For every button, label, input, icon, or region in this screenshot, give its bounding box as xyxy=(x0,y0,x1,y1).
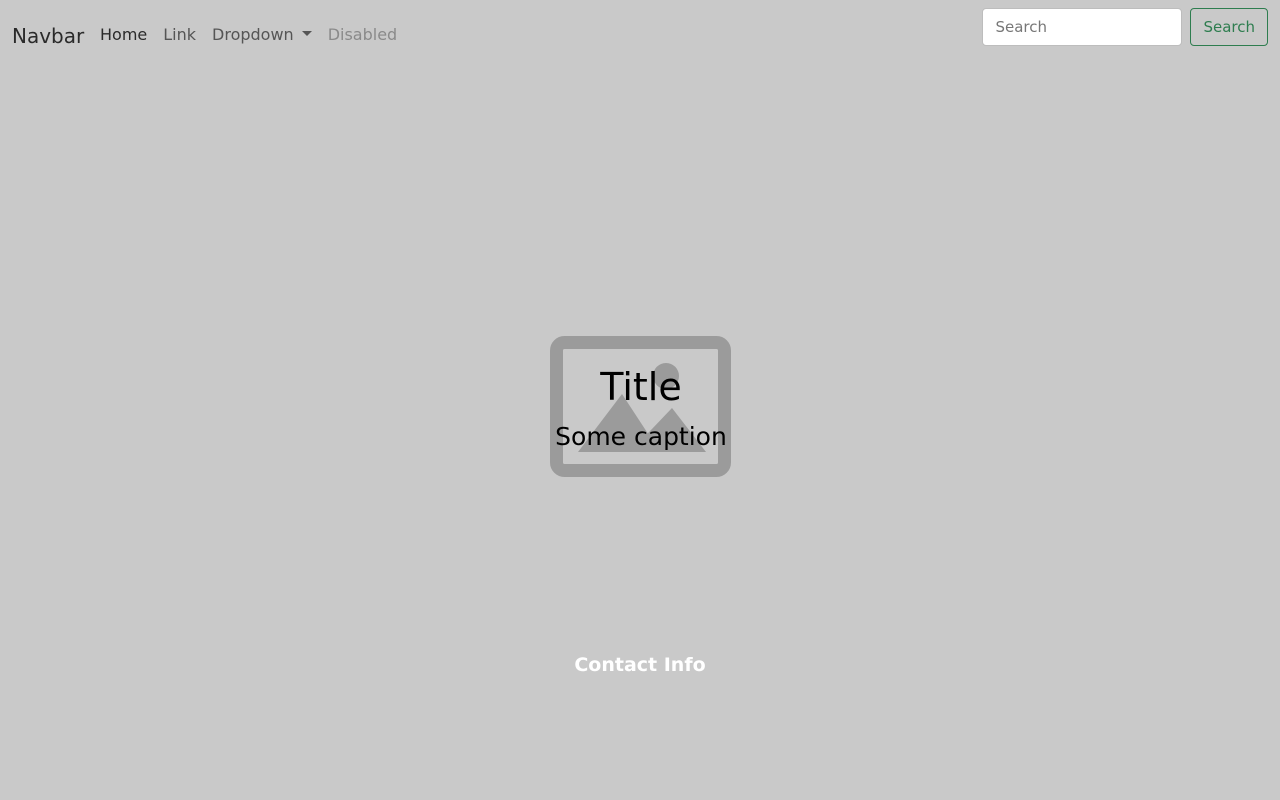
nav-links: Home Link Dropdown Disabled xyxy=(100,24,413,46)
search-button[interactable]: Search xyxy=(1190,8,1268,46)
hero: Title Some caption xyxy=(550,336,732,478)
nav-dropdown-toggle[interactable]: Dropdown xyxy=(212,24,312,46)
contact-info: Contact Info xyxy=(574,654,706,676)
hero-title: Title xyxy=(600,365,682,409)
page: Navbar Home Link Dropdown Disabled Searc… xyxy=(0,0,1280,800)
caret-down-icon xyxy=(301,30,312,36)
navbar-brand[interactable]: Navbar xyxy=(12,22,84,50)
nav-link-home[interactable]: Home xyxy=(100,24,147,46)
nav-link-disabled: Disabled xyxy=(327,25,398,44)
navbar: Navbar Home Link Dropdown Disabled Searc… xyxy=(0,0,1280,60)
nav-link-link[interactable]: Link xyxy=(163,24,196,46)
hero-caption: Some caption xyxy=(555,422,727,451)
search-input[interactable] xyxy=(982,8,1183,46)
search-form: Search xyxy=(982,8,1268,46)
nav-dropdown-label: Dropdown xyxy=(212,25,294,44)
